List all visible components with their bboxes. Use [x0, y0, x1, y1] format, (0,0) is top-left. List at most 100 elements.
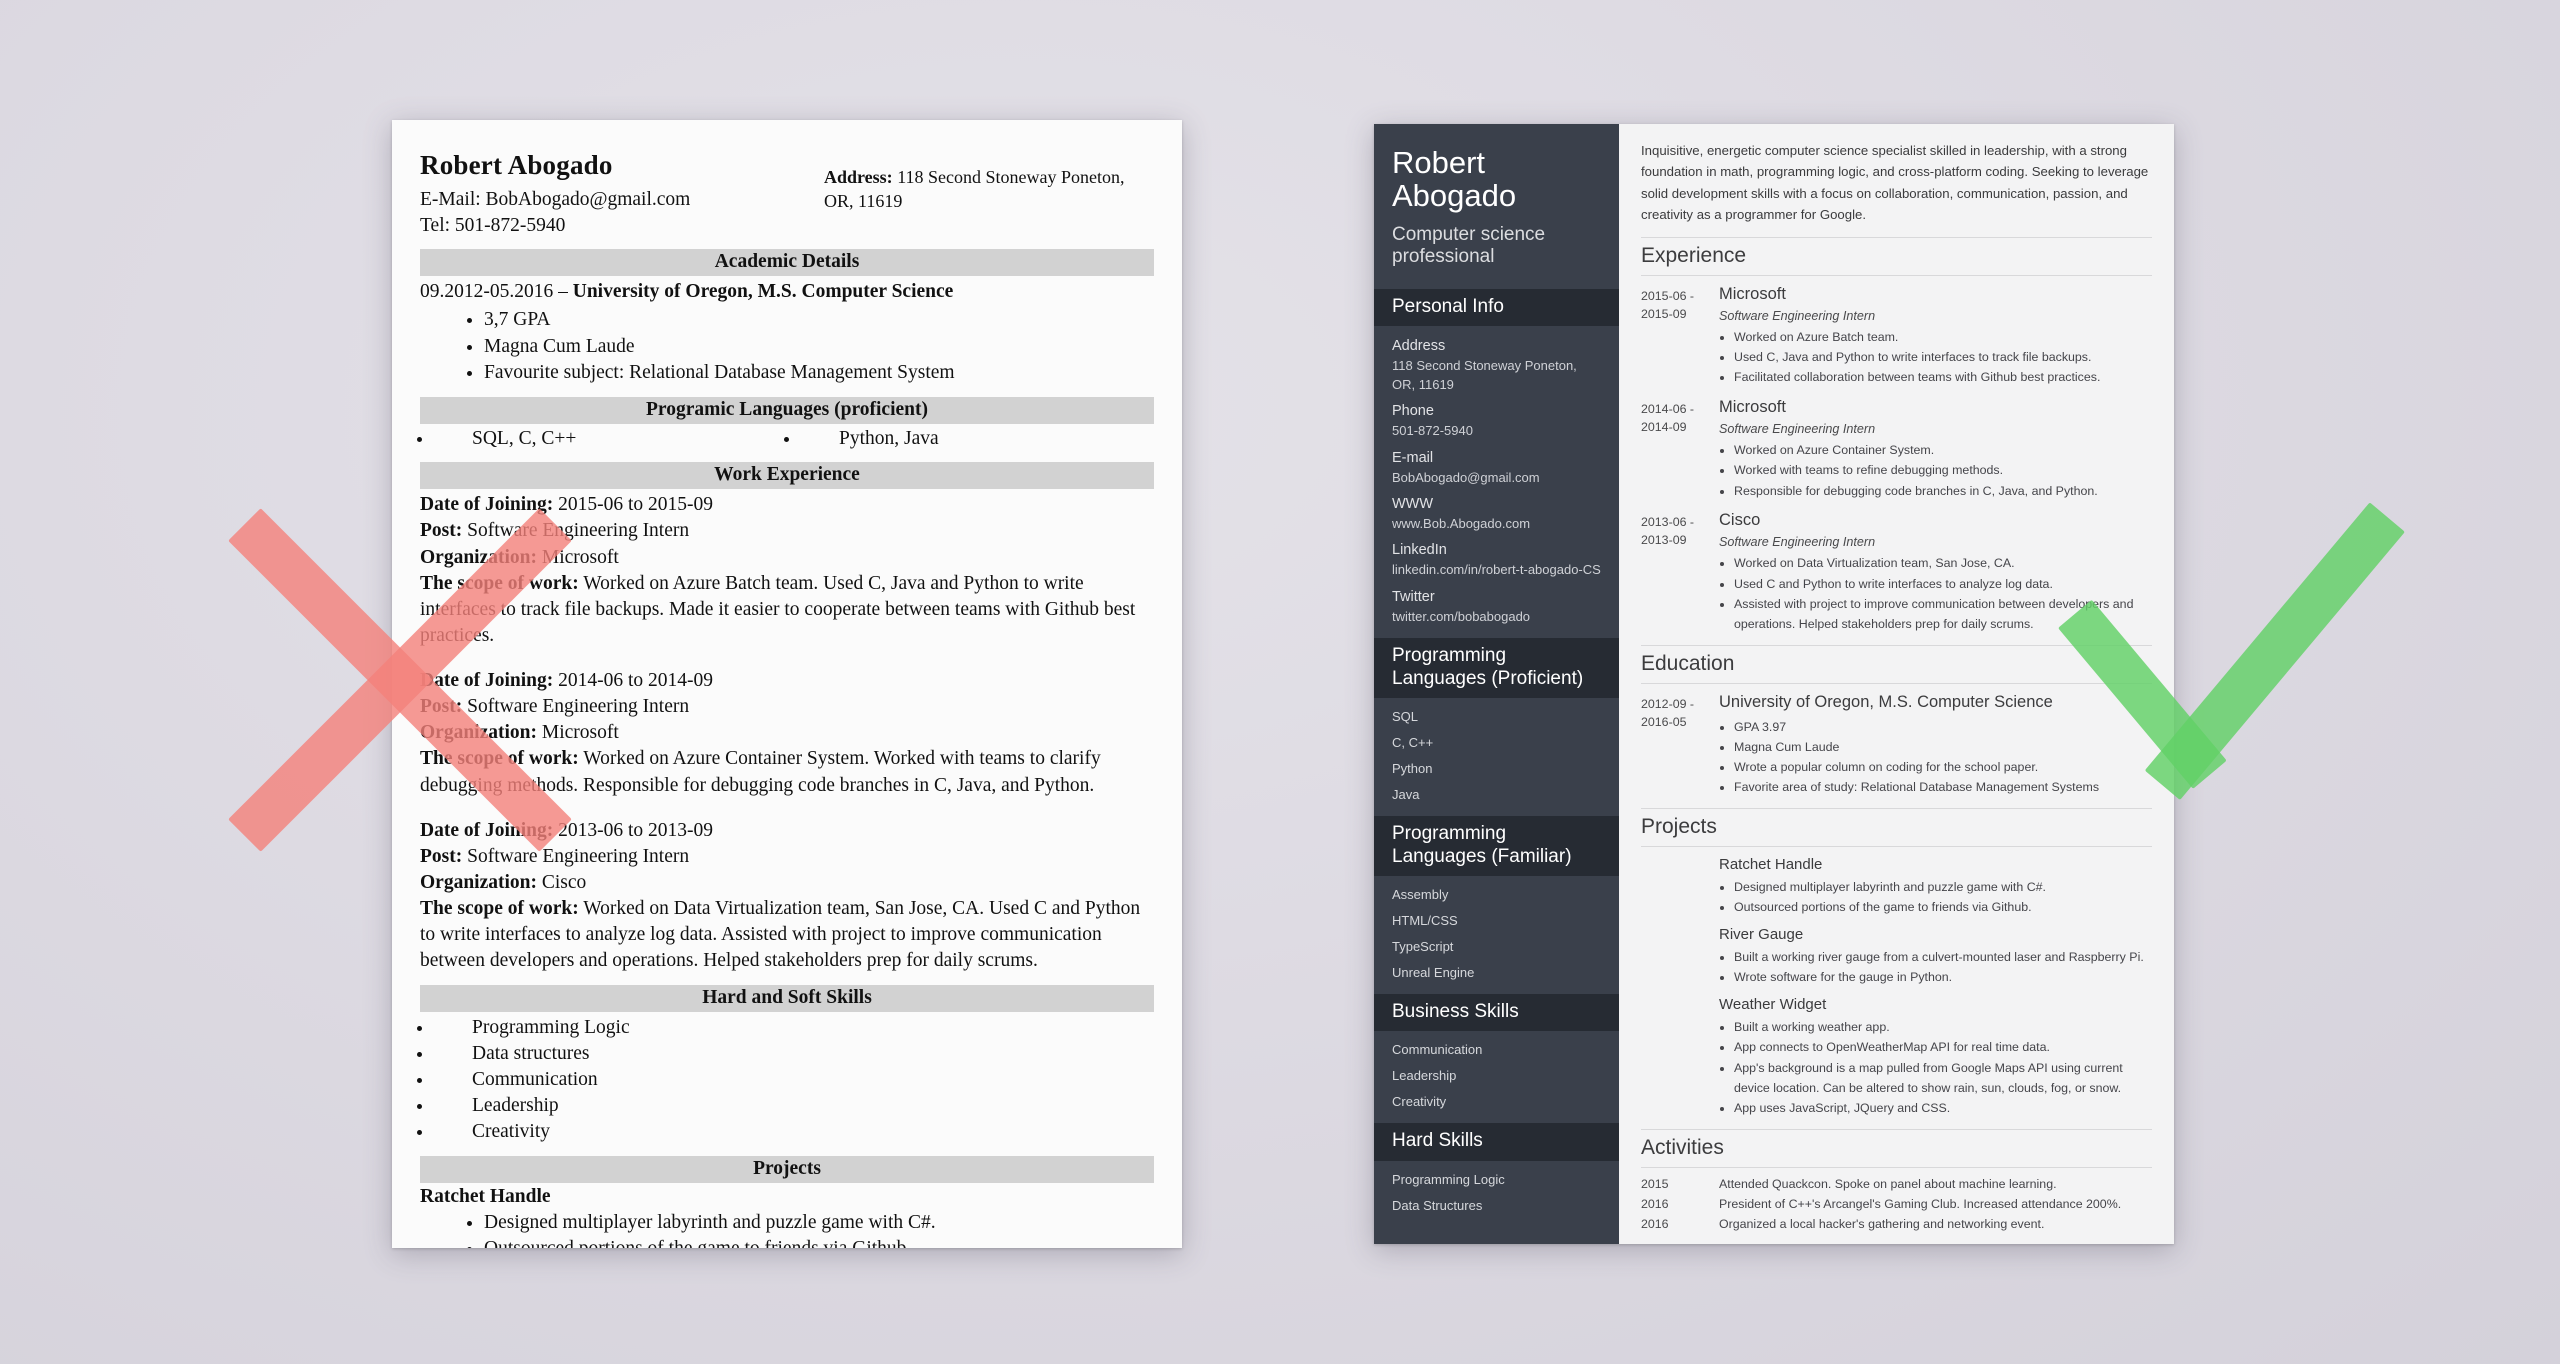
experience-entry: 2015-06 - 2015-09 Microsoft Software Eng… — [1641, 285, 2152, 388]
project-entry: Ratchet Handle Designed multiplayer laby… — [1719, 856, 2152, 917]
experience-date: 2015-06 - 2015-09 — [1641, 285, 1719, 388]
list-item: Responsible for debugging code branches … — [1734, 481, 2152, 501]
list-item: Wrote software for the gauge in Python. — [1734, 967, 2152, 987]
project-bullets: Built a working river gauge from a culve… — [1719, 947, 2152, 987]
left-skill-label: Leadership — [472, 1095, 559, 1117]
sidebar-field-value[interactable]: www.Bob.Abogado.com — [1392, 515, 1601, 533]
sidebar-field-label: WWW — [1392, 495, 1434, 512]
left-section-heading-languages: Programic Languages (proficient) — [420, 397, 1154, 425]
list-item: App connects to OpenWeatherMap API for r… — [1734, 1037, 2152, 1057]
experience-detail: Cisco Software Engineering Intern Worked… — [1719, 511, 2152, 634]
project-bullets: Designed multiplayer labyrinth and puzzl… — [1719, 877, 2152, 917]
list-item: Creativity — [434, 1119, 1154, 1145]
sidebar-hard-skills-body: Programming Logic Data Structures — [1374, 1161, 1619, 1227]
sidebar-section-languages-familiar: Programming Languages (Familiar) — [1374, 816, 1619, 876]
list-item: Favourite subject: Relational Database M… — [484, 360, 1154, 386]
left-work-entry: Date of Joining: 2013-06 to 2013-09 Post… — [420, 818, 1154, 975]
activity-text: Attended Quackcon. Spoke on panel about … — [1719, 1176, 2057, 1191]
sidebar-personal-info-body: Address 118 Second Stoneway Poneton, OR,… — [1374, 326, 1619, 638]
left-resume-address: Address: 118 Second Stoneway Poneton, OR… — [824, 144, 1154, 214]
check-mark-stroke-long — [2144, 502, 2405, 800]
sidebar-field-value: 118 Second Stoneway Poneton, OR, 11619 — [1392, 358, 1577, 392]
list-item: Worked with teams to refine debugging me… — [1734, 460, 2152, 480]
list-item: Data Structures — [1392, 1197, 1483, 1213]
left-languages-right-value: Python, Java — [839, 428, 939, 450]
activity-entry: 2016 Organized a local hacker's gatherin… — [1641, 1217, 2152, 1231]
education-detail: University of Oregon, M.S. Computer Scie… — [1719, 693, 2152, 797]
list-item: Built a working river gauge from a culve… — [1734, 947, 2152, 967]
left-academic-line: 09.2012-05.2016 – University of Oregon, … — [420, 279, 1154, 305]
left-skills-list: Programming Logic Data structures Commun… — [420, 1015, 1154, 1145]
list-item: Creativity — [1392, 1094, 1447, 1110]
left-work-post-label: Post: — [420, 520, 463, 542]
experience-bullets: Worked on Azure Batch team. Used C, Java… — [1719, 327, 2152, 387]
list-item: Python — [1392, 761, 1433, 777]
list-item: Data structures — [434, 1041, 1154, 1067]
sidebar-field-value[interactable]: linkedin.com/in/robert-t-abogado-CS — [1392, 561, 1601, 579]
left-work-scope-label: The scope of work: — [420, 748, 579, 770]
resume-summary: Inquisitive, energetic computer science … — [1641, 143, 2149, 223]
activity-entry: 2015 Attended Quackcon. Spoke on panel a… — [1641, 1177, 2152, 1191]
left-work-date-value: 2014-06 to 2014-09 — [558, 670, 714, 692]
list-item: Assembly — [1392, 886, 1449, 902]
experience-date: 2013-06 - 2013-09 — [1641, 511, 1719, 634]
list-item: Programming Logic — [1392, 1171, 1505, 1187]
list-item: Facilitated collaboration between teams … — [1734, 367, 2152, 387]
comparison-stage: Robert Abogado E-Mail: BobAbogado@gmail.… — [0, 0, 2560, 1364]
project-name: Ratchet Handle — [1719, 856, 1823, 873]
sidebar-field-label: Twitter — [1392, 588, 1435, 605]
left-section-heading-work: Work Experience — [420, 462, 1154, 490]
project-name: River Gauge — [1719, 926, 1804, 944]
left-work-post-label: Post: — [420, 845, 463, 867]
list-item: GPA 3.97 — [1734, 717, 2152, 737]
left-work-org-value: Microsoft — [541, 722, 619, 744]
left-resume-header: Robert Abogado E-Mail: BobAbogado@gmail.… — [420, 144, 1154, 238]
list-item: SQL — [1392, 709, 1419, 725]
experience-entry: 2013-06 - 2013-09 Cisco Software Enginee… — [1641, 511, 2152, 634]
list-item: Python, Java — [801, 428, 1154, 450]
activity-text: President of C++'s Arcangel's Gaming Clu… — [1719, 1196, 2122, 1211]
experience-entry: 2014-06 - 2014-09 Microsoft Software Eng… — [1641, 398, 2152, 501]
list-item: Favorite area of study: Relational Datab… — [1734, 777, 2152, 797]
experience-date-to: 2013-09 — [1641, 533, 1687, 548]
section-heading-activities: Activities — [1641, 1128, 2152, 1168]
experience-job-title: Software Engineering Intern — [1719, 309, 1876, 324]
education-date: 2012-09 - 2016-05 — [1641, 693, 1719, 797]
activity-year: 2016 — [1641, 1216, 1669, 1231]
list-item: Worked on Data Virtualization team, San … — [1734, 553, 2152, 573]
sidebar-languages-proficient-body: SQL C, C++ Python Java — [1374, 698, 1619, 816]
sidebar-header: Robert Abogado Computer science professi… — [1374, 124, 1619, 289]
list-item: Assisted with project to improve communi… — [1734, 594, 2152, 634]
left-section-heading-projects: Projects — [420, 1156, 1154, 1184]
left-work-org-label: Organization: — [420, 722, 537, 744]
left-languages-columns: SQL, C, C++ Python, Java — [420, 427, 1154, 451]
sidebar-section-hard-skills: Hard Skills — [1374, 1123, 1619, 1161]
list-item: Java — [1392, 787, 1420, 803]
list-item: App uses JavaScript, JQuery and CSS. — [1734, 1098, 2152, 1118]
modern-resume-document: Robert Abogado Computer science professi… — [1374, 124, 2174, 1244]
left-section-heading-academic: Academic Details — [420, 249, 1154, 277]
left-languages-col-right: Python, Java — [787, 428, 1154, 450]
section-heading-education: Education — [1641, 644, 2152, 684]
list-item: Magna Cum Laude — [484, 334, 1154, 360]
experience-date-from: 2013-06 - — [1641, 514, 1695, 529]
left-work-org-label: Organization: — [420, 871, 537, 893]
section-heading-projects: Projects — [1641, 808, 2152, 847]
left-work-post-label: Post: — [420, 696, 463, 718]
sidebar-field-value[interactable]: twitter.com/bobabogado — [1392, 608, 1601, 626]
list-item: Communication — [434, 1067, 1154, 1093]
left-resume-phone: Tel: 501-872-5940 — [420, 214, 566, 236]
list-item: Outsourced portions of the game to frien… — [1734, 897, 2152, 917]
activity-year: 2016 — [1641, 1196, 1669, 1211]
experience-date-to: 2015-09 — [1641, 307, 1687, 322]
list-item: Wrote a popular column on coding for the… — [1734, 757, 2152, 777]
list-item: Outsourced portions of the game to frien… — [484, 1236, 1154, 1248]
left-work-entry: Date of Joining: 2015-06 to 2015-09 Post… — [420, 492, 1154, 649]
sidebar-field-label: Address — [1392, 338, 1446, 355]
list-item: 3,7 GPA — [484, 307, 1154, 333]
list-item: Designed multiplayer labyrinth and puzzl… — [484, 1210, 1154, 1236]
sidebar-field-label: Phone — [1392, 403, 1434, 420]
sidebar-section-business-skills: Business Skills — [1374, 993, 1619, 1032]
project-name: Weather Widget — [1719, 996, 1827, 1014]
section-heading-experience: Experience — [1641, 236, 2152, 276]
